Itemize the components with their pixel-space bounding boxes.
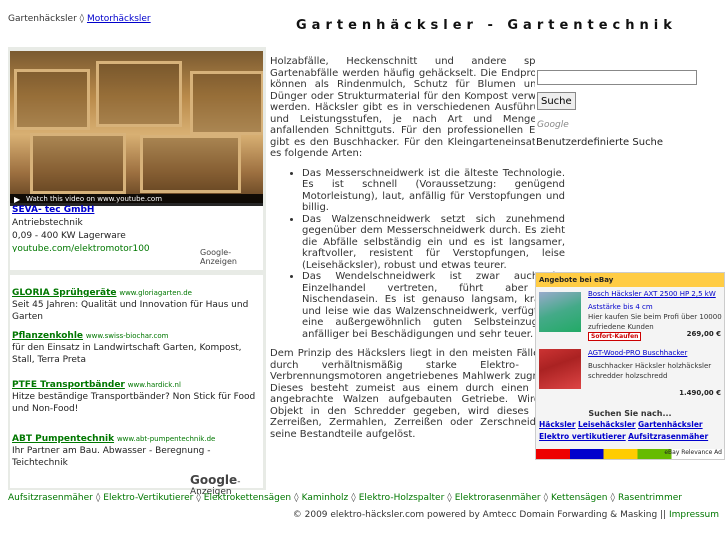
custom-search-box: Suche Google Benutzerdefinierte Suche: [535, 46, 725, 149]
footer-link[interactable]: Elektrorasenmäher: [455, 493, 541, 503]
ebay-link[interactable]: Aufsitzrasenmäher: [628, 432, 708, 441]
ebay-item-price: 1.490,00 €: [679, 389, 721, 397]
ebay-item-title[interactable]: Bosch Häcksler AXT 2500 HP 2,5 kW: [588, 290, 723, 298]
footer-separator: ◊: [610, 493, 615, 503]
ebay-item[interactable]: Bosch Häcksler AXT 2500 HP 2,5 kW Aststä…: [538, 290, 723, 344]
ebay-link[interactable]: Elektro vertikutierer: [539, 432, 626, 441]
ebay-header: Angebote bei eBay: [536, 273, 724, 287]
ebay-item-desc-line: Aststärke bis 4 cm: [588, 303, 653, 311]
footer-separator: ◊: [294, 493, 299, 503]
product-image[interactable]: [539, 292, 581, 332]
footer-separator: ◊: [196, 493, 201, 503]
footer-separator: ◊: [351, 493, 356, 503]
ebay-footer[interactable]: eBay Relevance Ad: [536, 449, 724, 459]
text-ad: GLORIA Sprühgeräte www.gloriagarten.de S…: [12, 287, 262, 323]
google-ads-label[interactable]: Google-Anzeigen: [200, 248, 263, 266]
copyright: © 2009 elektro-häcksler.com powered by A…: [293, 510, 719, 520]
product-image[interactable]: [539, 349, 581, 389]
text-ad: PTFE Transportbänder www.hardick.nl Hitz…: [12, 379, 262, 415]
ebay-search-title: Suchen Sie nach...: [588, 409, 672, 418]
footer-link[interactable]: Aufsitzrasenmäher: [8, 493, 93, 503]
video-ad-title[interactable]: SEVA- tec GmbH: [12, 205, 94, 215]
breadcrumb: Gartenhäcksler ◊ Motorhäcksler: [8, 14, 151, 24]
ebay-item-desc-line: Hier kaufen Sie beim Profi über 10000 zu…: [588, 313, 722, 331]
crate-shape: [190, 71, 263, 135]
text-ad-title[interactable]: GLORIA Sprühgeräte: [12, 288, 116, 298]
footer-separator: ◊: [95, 493, 101, 503]
text-ad-title[interactable]: PTFE Transportbänder: [12, 380, 125, 390]
text-ad-url[interactable]: www.abt-pumpentechnik.de: [117, 435, 215, 443]
text-ad-text: Ihr Partner am Bau. Abwasser - Beregnung…: [12, 446, 211, 468]
google-logo: Google: [537, 120, 569, 130]
footer-link[interactable]: Rasentrimmer: [618, 493, 682, 503]
ebay-footer-label[interactable]: eBay Relevance Ad: [664, 449, 722, 456]
search-input[interactable]: [537, 70, 697, 85]
copyright-text: © 2009 elektro-häcksler.com powered by A…: [292, 510, 667, 520]
crate-shape: [140, 135, 241, 193]
crate-shape: [30, 133, 126, 194]
ebay-link[interactable]: Häcksler: [539, 420, 576, 429]
video-caption[interactable]: Watch this video on www.youtube.com: [26, 195, 162, 203]
text-ad-title[interactable]: Pflanzenkohle: [12, 331, 83, 341]
ebay-item-desc: Buschhacker Häcksler holzhäcksler schred…: [588, 362, 712, 380]
breadcrumb-link-motorhaecksler[interactable]: Motorhäcksler: [87, 14, 151, 24]
footer-link[interactable]: Elektrokettensägen: [204, 493, 291, 503]
footer-links: Aufsitzrasenmäher ◊ Elektro-Vertikutierer ◊…: [8, 493, 682, 503]
crate-shape: [96, 61, 182, 127]
video-ad-line: Antriebstechnik: [12, 218, 83, 228]
ebay-link[interactable]: Leisehäcksler: [578, 420, 636, 429]
footer-link[interactable]: Kettensägen: [551, 493, 607, 503]
footer-separator: ◊: [447, 493, 452, 503]
intro-paragraph: Holzabfälle, Heckenschnitt und andere sp…: [270, 56, 565, 159]
text-ad-text: Hitze beständige Transportbänder? Non St…: [12, 392, 256, 414]
text-ad: ABT Pumpentechnik www.abt-pumpentechnik.…: [12, 433, 262, 469]
video-thumbnail[interactable]: [10, 51, 263, 203]
footer-separator: ◊: [543, 493, 549, 503]
crate-shape: [14, 69, 90, 130]
text-ad-url[interactable]: www.gloriagarten.de: [119, 289, 192, 297]
footer-link[interactable]: Elektro-Vertikutierer: [103, 493, 193, 503]
google-logo: Google: [190, 473, 238, 487]
cutter-types-list: Das Messerschneidwerk ist die älteste Te…: [270, 168, 565, 341]
impressum-link[interactable]: Impressum: [669, 510, 719, 520]
list-item: Das Wendelschneidwerk ist zwar auch im E…: [302, 271, 565, 340]
list-item: Das Walzenschneidwerk setzt sich zunehme…: [302, 214, 565, 272]
search-button[interactable]: Suche: [537, 92, 576, 110]
ebay-item-price: 269,00 €: [686, 330, 721, 338]
footer-link[interactable]: Kaminholz: [302, 493, 349, 503]
video-ad-line: 0,09 - 400 KW Lagerware: [12, 231, 126, 241]
search-label: Benutzerdefinierte Suche: [536, 137, 664, 148]
breadcrumb-home: Gartenhäcksler: [8, 14, 77, 24]
main-content: Holzabfälle, Heckenschnitt und andere sp…: [270, 56, 565, 448]
sofort-kaufen-badge: Sofort-Kaufen: [588, 332, 642, 341]
ebay-item-desc: Aststärke bis 4 cm Hier kaufen Sie beim …: [588, 302, 723, 332]
ebay-link[interactable]: Gartenhäcksler: [638, 420, 703, 429]
outro-paragraph: Dem Prinzip des Häckslers liegt in den m…: [270, 348, 565, 440]
breadcrumb-separator: ◊: [79, 14, 85, 24]
video-ad: ▶ Watch this video on www.youtube.com SE…: [10, 51, 263, 270]
text-ads-block: GLORIA Sprühgeräte www.gloriagarten.de S…: [10, 275, 263, 497]
text-ad: Pflanzenkohle www.swiss-biochar.com für …: [12, 330, 262, 366]
list-item: Das Messerschneidwerk ist die älteste Te…: [302, 168, 565, 214]
play-icon[interactable]: ▶: [14, 195, 20, 204]
text-ad-text: für den Einsatz in Landwirtschaft Garten…: [12, 343, 242, 365]
ebay-item[interactable]: AGT-Wood-PRO Buschhacker Buschhacker Häc…: [538, 349, 723, 399]
text-ad-title[interactable]: ABT Pumpentechnik: [12, 434, 114, 444]
text-ad-text: Seit 45 Jahren: Qualität und Innovation …: [12, 300, 249, 322]
text-ad-url[interactable]: www.swiss-biochar.com: [86, 332, 169, 340]
ebay-ad-box: Angebote bei eBay Bosch Häcksler AXT 250…: [535, 272, 725, 460]
video-ad-url[interactable]: youtube.com/elektromotor100: [12, 244, 150, 252]
footer-link[interactable]: Elektro-Holzspalter: [359, 493, 445, 503]
site-title: Gartenhäcksler - Gartentechnik: [296, 18, 677, 33]
ebay-search-links: Häcksler Leisehäcksler Gartenhäcksler El…: [539, 419, 723, 443]
text-ad-url[interactable]: www.hardick.nl: [128, 381, 181, 389]
ebay-item-title[interactable]: AGT-Wood-PRO Buschhacker: [588, 349, 723, 357]
